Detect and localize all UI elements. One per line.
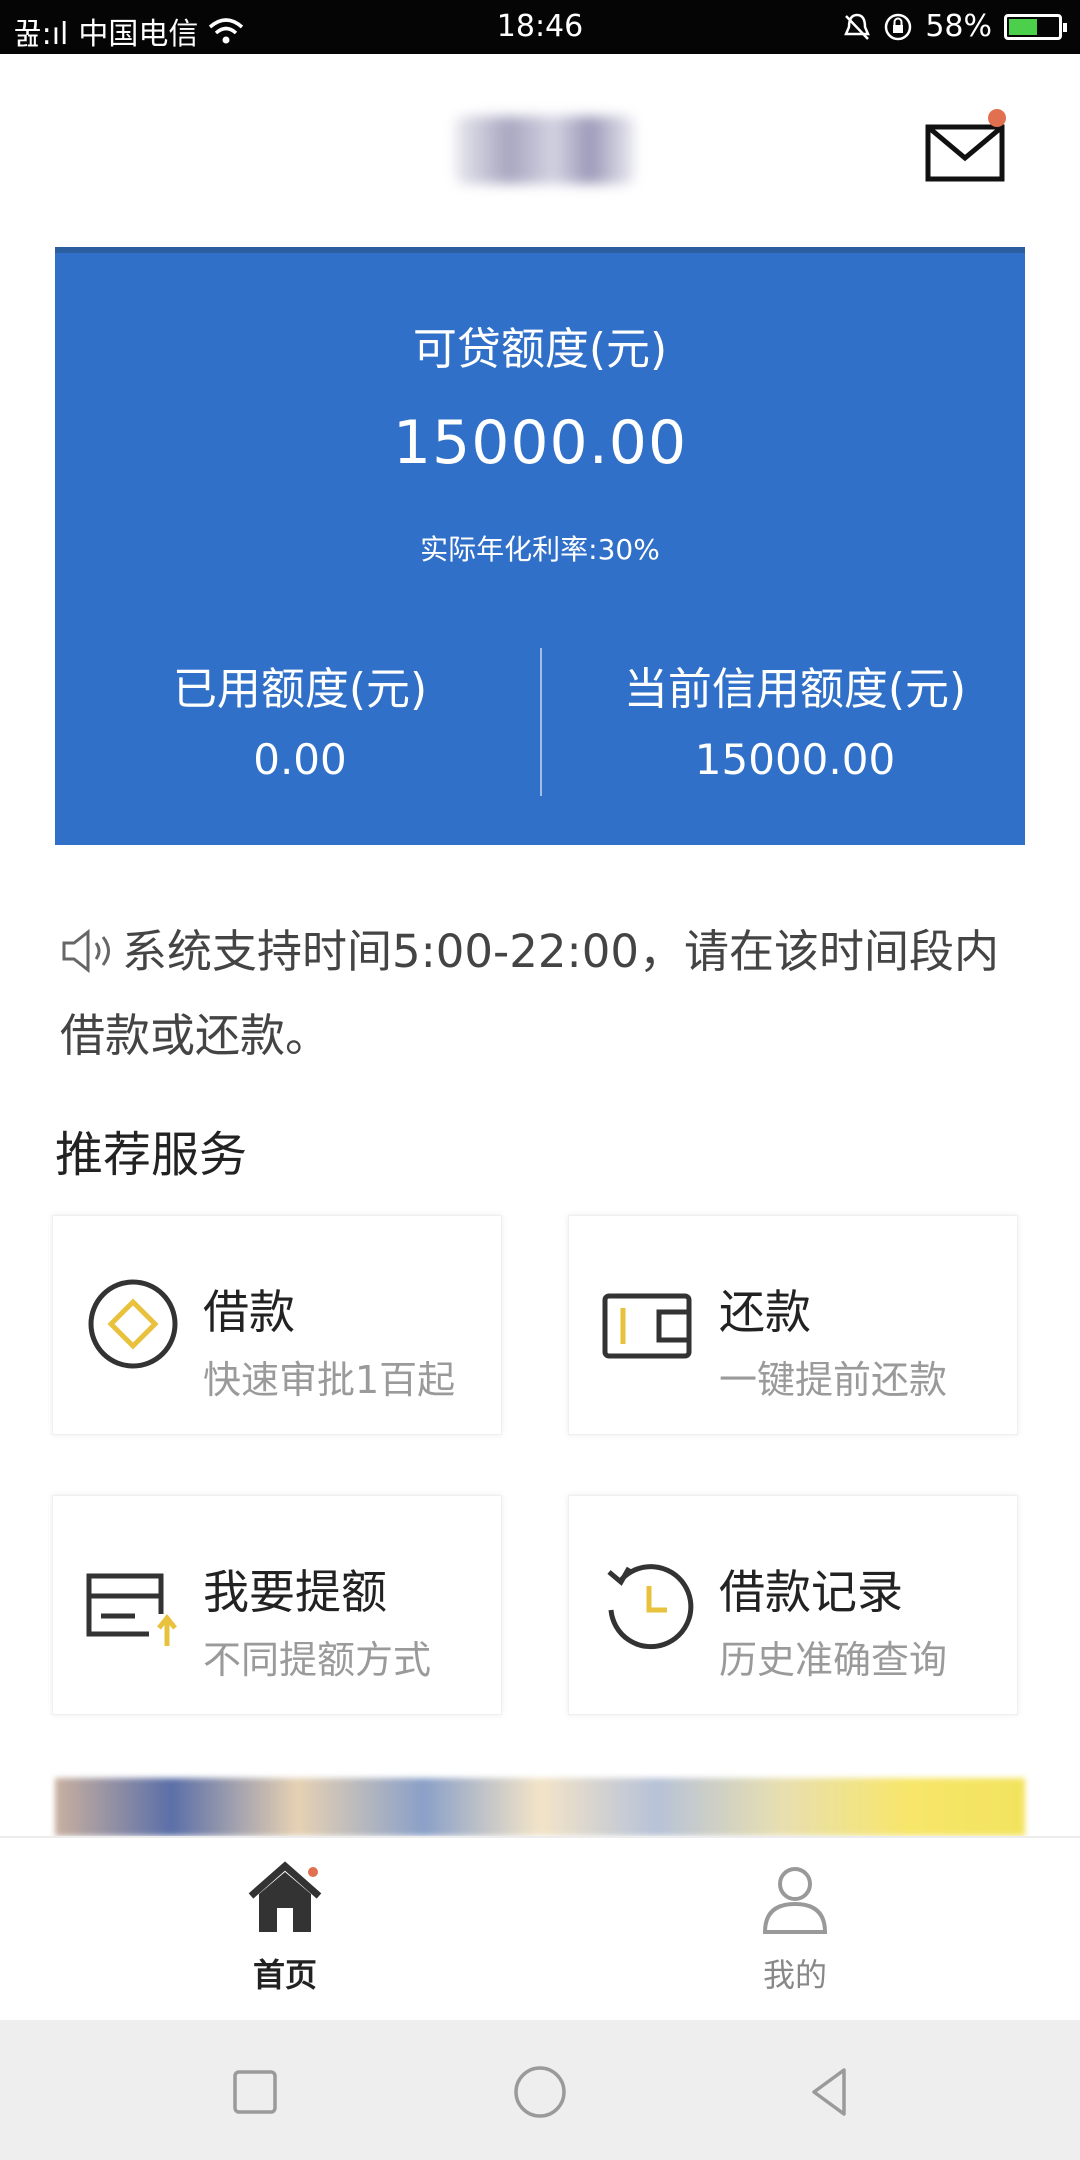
current-credit: 当前信用额度(元) 15000.00 [595,653,995,784]
used-credit: 已用额度(元) 0.00 [135,653,465,784]
nav-label: 我的 [762,1956,827,1994]
service-loan-history[interactable]: 借款记录 历史准确查询 [568,1495,1018,1715]
used-label: 已用额度(元) [172,664,428,715]
blurred-app-title [455,116,635,184]
annual-rate: 实际年化利率:30% [420,533,660,566]
current-label: 当前信用额度(元) [623,664,967,715]
card-divider [540,648,542,796]
service-subtitle: 快速审批1百起 [203,1358,456,1402]
speaker-icon [62,929,110,973]
unread-dot [988,109,1006,127]
nav-mine[interactable]: 我的 [695,1858,895,1996]
battery-percent: 58% [925,9,992,44]
alarm-icon [844,13,871,40]
credit-card: 可贷额度(元) 15000.00 实际年化利率:30% 已用额度(元) 0.00… [55,247,1025,845]
promo-banner[interactable] [55,1778,1025,1836]
nav-home[interactable]: 首页 [185,1858,385,1996]
status-bar: 꿆:ıl 中国电信 18:46 58% [0,0,1080,54]
bottom-nav: 首页 我的 [0,1836,1080,2022]
home-circle-icon[interactable] [510,2062,570,2122]
service-repay[interactable]: 还款 一键提前还款 [568,1215,1018,1435]
system-nav-bar [0,2020,1080,2160]
nav-label: 首页 [252,1956,317,1994]
back-triangle-icon[interactable] [800,2062,860,2122]
user-icon [762,1867,828,1934]
service-hours-notice: 系统支持时间5:00-22:00，请在该时间段内借款或还款。 [60,910,1020,1078]
service-title: 借款记录 [719,1565,903,1619]
section-title: 推荐服务 [55,1127,248,1183]
battery-fill [1009,18,1037,35]
available-label: 可贷额度(元) [412,324,668,375]
service-title: 我要提额 [203,1565,387,1619]
coin-icon [88,1279,178,1369]
raise-limit-icon [86,1573,177,1646]
available-amount: 15000.00 [392,408,688,478]
mail-icon[interactable] [925,124,1005,182]
home-icon [248,1861,322,1932]
service-subtitle: 一键提前还款 [719,1358,948,1402]
current-amount: 15000.00 [694,735,896,784]
service-loan[interactable]: 借款 快速审批1百起 [52,1215,502,1435]
history-clock-icon [607,1564,694,1650]
app-header [0,54,1080,244]
rotation-lock-icon [885,13,912,40]
service-title: 还款 [719,1285,811,1339]
recents-square-icon[interactable] [225,2062,285,2122]
battery-icon [1004,13,1067,40]
service-raise-limit[interactable]: 我要提额 不同提额方式 [52,1495,502,1715]
notice-text: 系统支持时间5:00-22:00，请在该时间段内借款或还款。 [60,925,999,1062]
wallet-icon [602,1293,692,1359]
service-subtitle: 不同提额方式 [203,1638,432,1682]
service-title: 借款 [203,1285,295,1339]
used-amount: 0.00 [253,735,347,784]
service-subtitle: 历史准确查询 [719,1638,948,1682]
